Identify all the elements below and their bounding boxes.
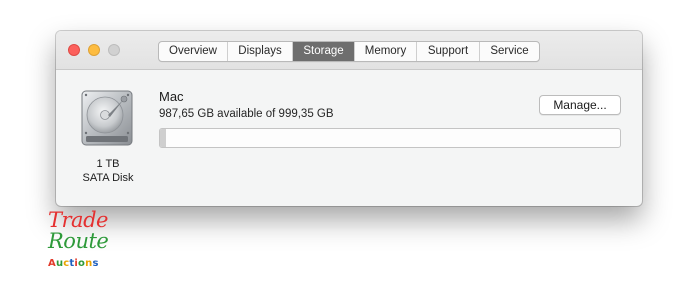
about-this-mac-window: Overview Displays Storage Memory Support…	[56, 31, 642, 206]
logo-line-auctions: Auctions	[48, 258, 99, 269]
logo-line-trade: Trade	[48, 208, 108, 232]
disk-type: SATA Disk	[82, 172, 134, 184]
storage-usage-bar	[159, 128, 621, 148]
disk-caption: 1 TB SATA Disk	[66, 157, 150, 185]
tab-bar: Overview Displays Storage Memory Support…	[158, 41, 540, 62]
screen: Overview Displays Storage Memory Support…	[0, 0, 698, 286]
hard-drive-icon	[81, 90, 133, 146]
close-button[interactable]	[68, 44, 80, 56]
tab-service[interactable]: Service	[480, 42, 539, 61]
tab-support[interactable]: Support	[417, 42, 480, 61]
disk-size: 1 TB	[96, 158, 120, 170]
tab-overview[interactable]: Overview	[159, 42, 228, 61]
storage-used-fill	[160, 129, 166, 147]
tab-displays[interactable]: Displays	[228, 42, 293, 61]
minimize-button[interactable]	[88, 44, 100, 56]
manage-button[interactable]: Manage...	[539, 95, 621, 115]
zoom-button	[108, 44, 120, 56]
volume-availability: 987,65 GB available of 999,35 GB	[159, 108, 334, 120]
tab-storage[interactable]: Storage	[293, 42, 355, 61]
trade-route-auctions-logo: Trade Route Auctions	[44, 210, 110, 274]
title-bar[interactable]: Overview Displays Storage Memory Support…	[56, 31, 642, 70]
logo-line-route: Route	[48, 229, 109, 253]
volume-name: Mac	[159, 89, 184, 104]
tab-memory[interactable]: Memory	[355, 42, 417, 61]
